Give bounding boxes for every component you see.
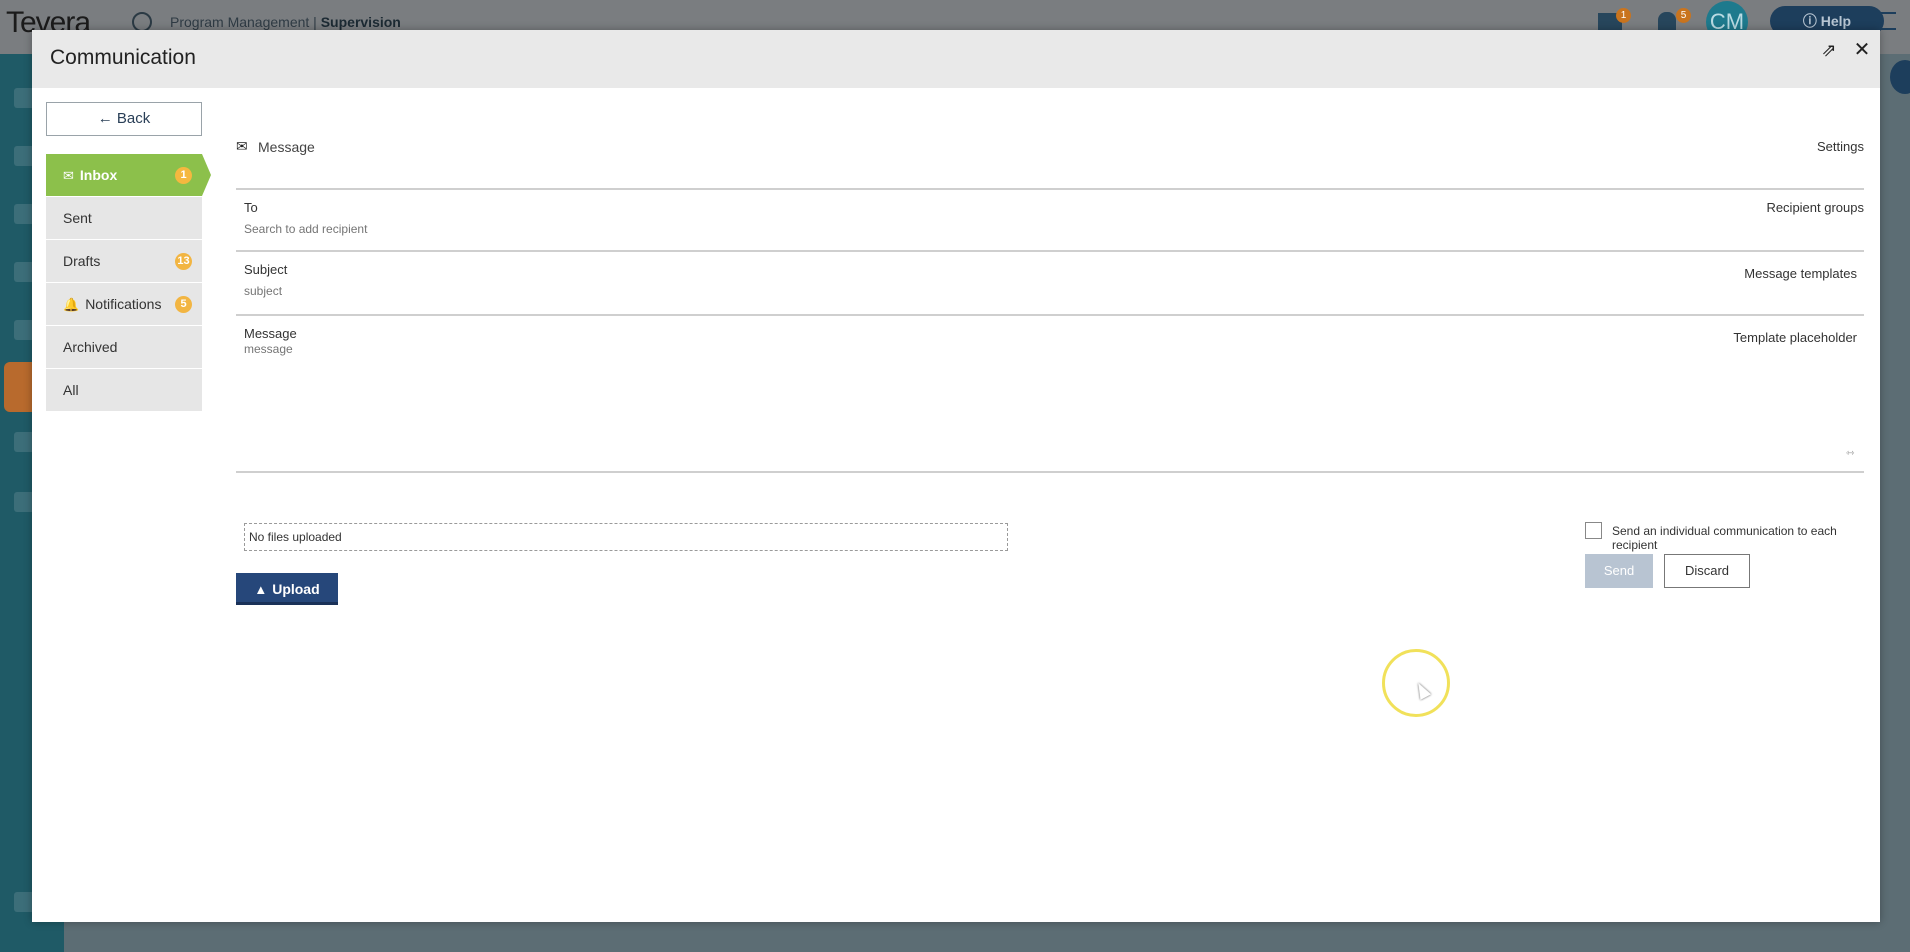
individual-communication-label: Send an individual communication to each… [1612,524,1837,552]
send-button[interactable]: Send [1585,554,1653,588]
message-templates-link[interactable]: Message templates [1744,266,1857,281]
nav-label: Drafts [63,253,101,269]
drafts-count-badge: 13 [175,253,192,270]
file-dropzone[interactable]: No files uploaded [244,523,1008,551]
settings-link[interactable]: Settings [1817,139,1864,154]
subject-input[interactable] [244,284,1444,298]
breadcrumb-prefix: Program Management | [170,14,321,30]
mail-badge: 1 [1616,8,1631,23]
individual-communication-checkbox[interactable] [1585,522,1602,539]
message-label: Message [244,326,297,341]
popout-icon[interactable]: ⇗ [1817,38,1841,62]
nav-item-inbox[interactable]: ✉ Inbox 1 [46,154,211,196]
communication-modal: Communication ⇗ ✕ ← Back ✉ Inbox 1 Sent D… [32,30,1880,922]
inbox-count-badge: 1 [175,167,192,184]
template-placeholder-link[interactable]: Template placeholder [1733,330,1857,345]
subject-label: Subject [244,262,288,277]
bell-badge: 5 [1676,8,1691,23]
notifications-count-badge: 5 [175,296,192,313]
logout-icon[interactable] [1878,12,1896,30]
nav-label: Notifications [85,296,162,312]
recipient-search-input[interactable] [244,222,1444,236]
help-label: Help [1820,13,1852,29]
bell-icon: 🔔 [63,297,80,312]
nav-label: All [63,382,79,398]
nav-label: Inbox [79,167,118,183]
upload-label: Upload [272,581,320,597]
nav-item-drafts[interactable]: Drafts 13 [46,240,202,282]
compass-icon [132,12,152,32]
nav-label: Sent [63,210,92,226]
modal-header: Communication ⇗ ✕ [32,30,1880,88]
breadcrumb: Program Management | Supervision [170,14,401,30]
nav-item-archived[interactable]: Archived [46,326,202,368]
close-icon[interactable]: ✕ [1850,38,1874,62]
arrow-left-icon: ← [97,110,113,127]
message-row: Message Template placeholder ⇿ [236,314,1864,470]
to-label: To [244,200,258,215]
nav-item-sent[interactable]: Sent [46,197,202,239]
envelope-icon: ✉ [63,168,74,183]
upload-button[interactable]: ▲ Upload [236,573,338,605]
back-label: Back [116,110,151,127]
to-row: To Recipient groups [236,188,1864,250]
bell-icon[interactable] [1658,12,1676,32]
breadcrumb-current: Supervision [320,14,401,30]
recipient-groups-link[interactable]: Recipient groups [1766,200,1864,215]
back-button[interactable]: ← Back [46,102,202,136]
resize-handle-icon[interactable]: ⇿ [1846,448,1856,459]
subject-row: Subject Message templates [236,250,1864,314]
compose-header-label: Message [258,139,315,155]
nav-label: Archived [63,339,118,355]
nav-item-all[interactable]: All [46,369,202,411]
mailbox-nav: ✉ Inbox 1 Sent Drafts 13 🔔 Notifications 5… [46,154,211,412]
nav-item-notifications[interactable]: 🔔 Notifications 5 [46,283,202,325]
upload-icon: ▲ [254,582,268,597]
message-textarea[interactable] [244,342,1444,452]
compose-divider [236,471,1864,473]
modal-title: Communication [50,46,196,69]
discard-button[interactable]: Discard [1664,554,1750,588]
help-icon: ⓘ [1802,13,1817,29]
envelope-icon: ✉ [236,138,248,154]
